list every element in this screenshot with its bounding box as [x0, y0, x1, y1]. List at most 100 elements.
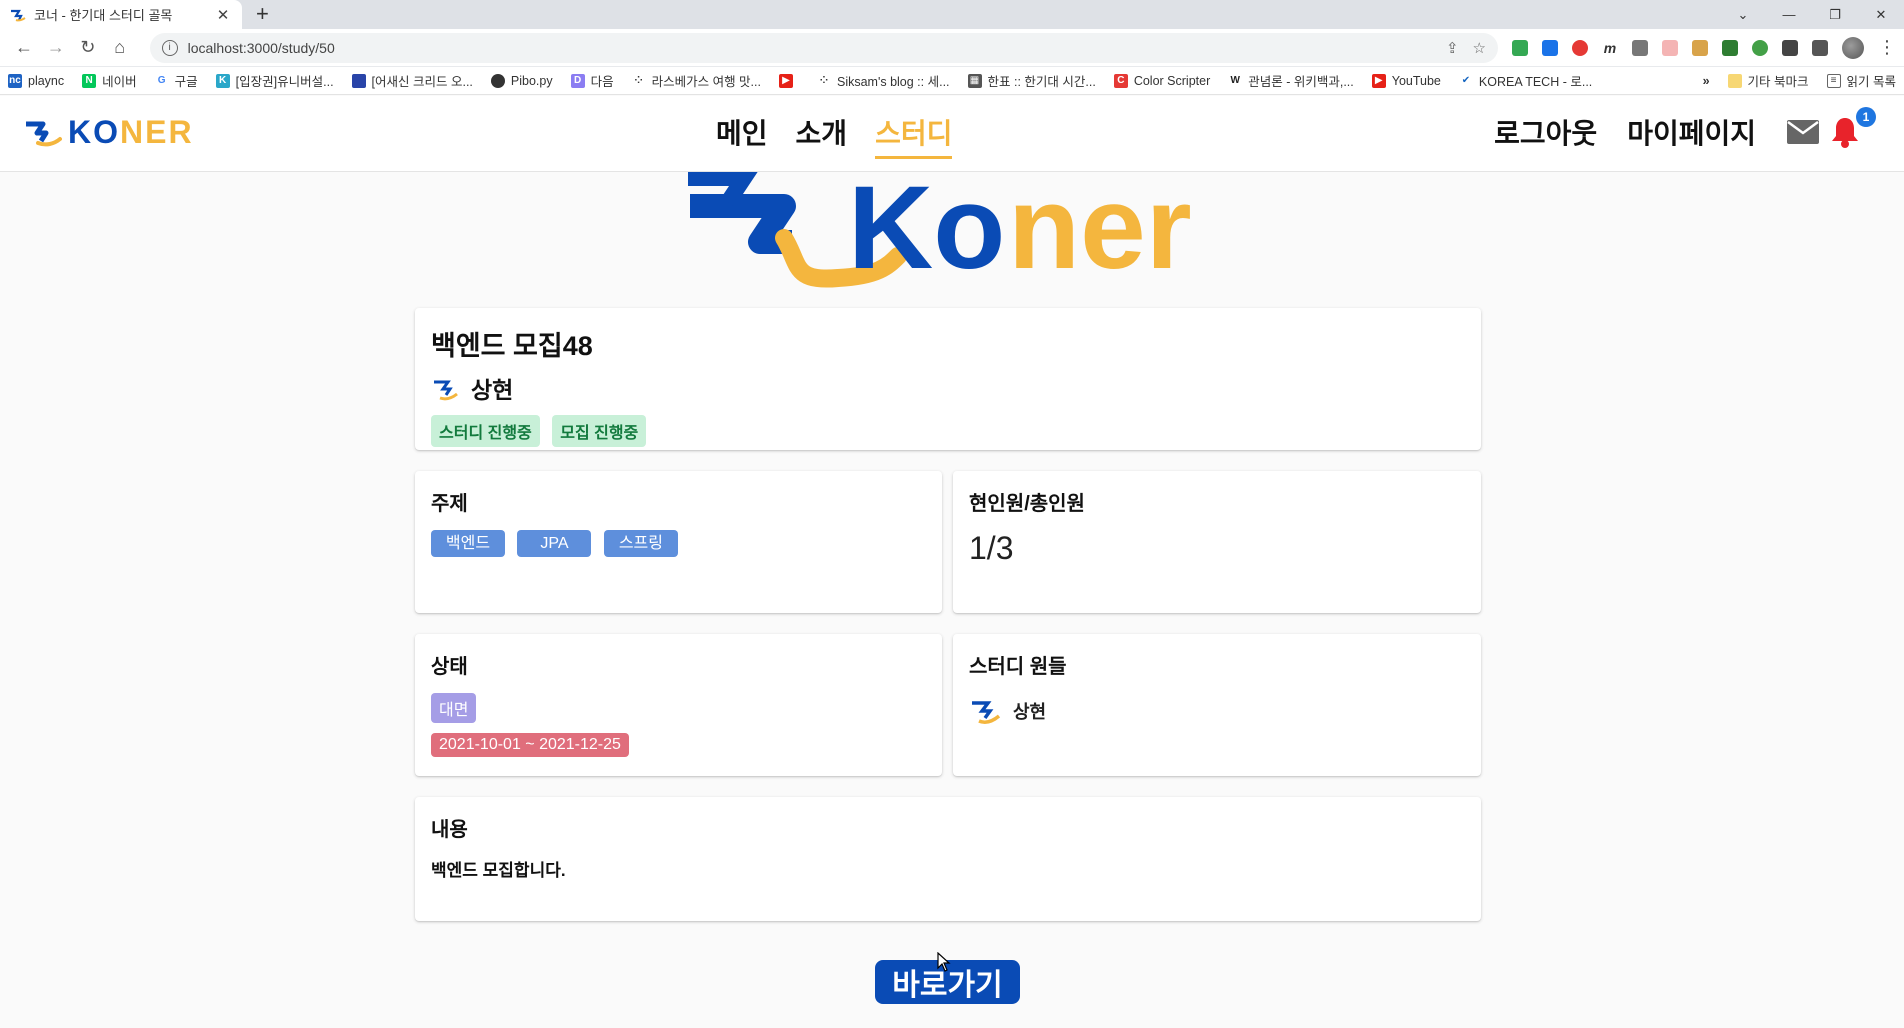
reading-mode-icon[interactable] — [1811, 39, 1828, 56]
tab-close-icon[interactable]: ✕ — [214, 6, 232, 24]
color-scripter-icon: C — [1113, 73, 1128, 88]
other-bookmarks[interactable]: 기타 북마크 — [1727, 71, 1809, 90]
check-icon: ✔ — [1458, 73, 1473, 88]
bookmark-item[interactable]: C Color Scripter — [1113, 73, 1210, 88]
topic-heading: 주제 — [431, 493, 468, 515]
extension-green-icon[interactable] — [1511, 39, 1528, 56]
mypage-link[interactable]: 마이페이지 — [1627, 112, 1756, 152]
topic-tag[interactable]: JPA — [517, 530, 592, 557]
bookmark-item[interactable]: ⁘ 라스베가스 여행 맛... — [631, 71, 761, 90]
status-badge: 스터디 진행중 — [431, 415, 540, 447]
tistory-icon: ⁘ — [631, 73, 646, 88]
hero-text-ko: Ko — [848, 172, 1005, 288]
owner-name: 상현 — [471, 377, 514, 403]
study-members-heading: 스터디 원들 — [969, 656, 1067, 678]
adblock-icon[interactable] — [1571, 39, 1588, 56]
browser-toolbar: ← → ↻ ⌂ i localhost:3000/study/50 ⇪ ☆ m … — [0, 29, 1904, 67]
bw-extension-icon[interactable] — [1721, 39, 1738, 56]
topic-tags: 백엔드 JPA 스프링 — [431, 530, 926, 557]
browser-tabbar: 코너 - 한기대 스터디 골목 ✕ + ⌄ — ❐ ✕ — [0, 0, 1904, 29]
youtube-icon: ▶ — [778, 73, 793, 88]
bookmark-item[interactable]: G 구글 — [154, 71, 198, 90]
mouse-cursor-icon — [937, 952, 951, 972]
logout-link[interactable]: 로그아웃 — [1494, 112, 1597, 152]
download-extension-icon[interactable] — [1541, 39, 1558, 56]
folder-icon — [1727, 73, 1742, 88]
app-header: KONER 메인 소개 스터디 로그아웃 마이페이지 1 — [0, 96, 1904, 172]
content-text: 백엔드 모집합니다. — [431, 861, 566, 880]
browser-menu-icon[interactable]: ⋮ — [1878, 37, 1896, 58]
bookmark-item[interactable]: nc plaync — [8, 73, 64, 88]
share-icon[interactable]: ⇪ — [1446, 39, 1459, 57]
restore-icon[interactable]: ❐ — [1812, 7, 1858, 23]
owner-avatar — [434, 380, 458, 401]
bookmark-item[interactable]: K [입장권]유니버설... — [215, 71, 334, 90]
notification-badge: 1 — [1856, 107, 1876, 127]
m-extension-icon[interactable]: m — [1601, 39, 1618, 56]
puzzle-extensions-icon[interactable] — [1781, 39, 1798, 56]
bookmark-item[interactable]: ▶ YouTube — [1371, 73, 1441, 88]
bookmark-item[interactable]: ✔ KOREA TECH - 로... — [1458, 71, 1592, 90]
bookmark-item[interactable]: N 네이버 — [82, 71, 137, 90]
site-info-icon[interactable]: i — [161, 39, 178, 56]
brush-extension-icon[interactable] — [1691, 39, 1708, 56]
koner-favicon-icon — [10, 7, 26, 23]
koner-logo[interactable]: KONER — [24, 114, 194, 151]
back-icon[interactable]: ← — [8, 32, 40, 64]
bookmark-item[interactable]: D 다음 — [570, 71, 614, 90]
member-count-card: 현인원/총인원 1/3 — [953, 471, 1481, 613]
minimize-icon[interactable]: — — [1766, 7, 1812, 22]
study-members-card: 스터디 원들 상현 — [953, 634, 1481, 776]
nav-study[interactable]: 스터디 — [875, 112, 953, 159]
nav-main[interactable]: 메인 — [716, 112, 768, 159]
topic-tag[interactable]: 백엔드 — [431, 530, 505, 557]
state-heading: 상태 — [431, 656, 468, 678]
mail-icon[interactable] — [1786, 119, 1820, 145]
pibo-icon — [490, 73, 505, 88]
reading-list[interactable]: ≡ 읽기 목록 — [1826, 71, 1896, 90]
bookmark-item[interactable]: W 관념론 - 위키백과,... — [1228, 71, 1354, 90]
notification-bell[interactable]: 1 — [1828, 107, 1876, 149]
k-icon: K — [215, 73, 230, 88]
wikipedia-icon: W — [1228, 73, 1243, 88]
content-card: 내용 백엔드 모집합니다. — [415, 797, 1481, 921]
member-name: 상현 — [1013, 702, 1047, 722]
study-summary-card: 백엔드 모집48 상현 스터디 진행중 모집 진행중 — [415, 308, 1481, 450]
profile-avatar[interactable] — [1841, 36, 1864, 59]
nav-about[interactable]: 소개 — [796, 112, 848, 159]
browser-tab[interactable]: 코너 - 한기대 스터디 골목 ✕ — [0, 0, 242, 29]
eyedropper-icon[interactable] — [1631, 39, 1648, 56]
reading-list-icon: ≡ — [1826, 73, 1841, 88]
tab-search-icon[interactable]: ⌄ — [1720, 7, 1766, 23]
new-tab-icon[interactable]: + — [256, 3, 269, 25]
member-count-heading: 현인원/총인원 — [969, 493, 1085, 515]
address-bar[interactable]: i localhost:3000/study/50 ⇪ ☆ — [149, 32, 1498, 63]
bookmarks-more-icon[interactable]: » — [1703, 74, 1710, 88]
bookmark-item[interactable]: Pibo.py — [490, 73, 553, 88]
globe-extension-icon[interactable] — [1751, 39, 1768, 56]
reload-icon[interactable]: ↻ — [72, 32, 104, 64]
calendar-extension-icon[interactable] — [1661, 39, 1678, 56]
topic-card: 주제 백엔드 JPA 스프링 — [415, 471, 942, 613]
bookmark-item[interactable]: [어새신 크리드 오... — [351, 71, 473, 90]
study-title: 백엔드 모집48 — [431, 331, 593, 361]
mode-badge: 대면 — [431, 693, 477, 723]
window-controls: ⌄ — ❐ ✕ — [1720, 0, 1904, 29]
status-badge: 모집 진행중 — [552, 415, 647, 447]
bookmark-item[interactable]: ⁘ Siksam's blog :: 세... — [816, 71, 950, 90]
cube-icon — [351, 73, 366, 88]
plaync-icon: nc — [8, 73, 22, 88]
home-icon[interactable]: ⌂ — [104, 32, 136, 64]
topic-tag[interactable]: 스프링 — [603, 530, 678, 557]
study-owner[interactable]: 상현 — [431, 371, 1465, 405]
tistory-icon: ⁘ — [816, 73, 831, 88]
naver-icon: N — [82, 73, 97, 88]
bookmark-item[interactable]: ▶ — [778, 73, 799, 88]
member-item[interactable]: 상현 — [969, 693, 1465, 729]
tab-title: 코너 - 한기대 스터디 골목 — [34, 8, 173, 23]
close-window-icon[interactable]: ✕ — [1858, 7, 1904, 23]
bookmark-item[interactable]: ▦ 한표 :: 한기대 시간... — [967, 71, 1096, 90]
forward-icon[interactable]: → — [40, 32, 72, 64]
bookmark-star-icon[interactable]: ☆ — [1473, 39, 1486, 57]
status-chips: 스터디 진행중 모집 진행중 — [431, 415, 1465, 447]
